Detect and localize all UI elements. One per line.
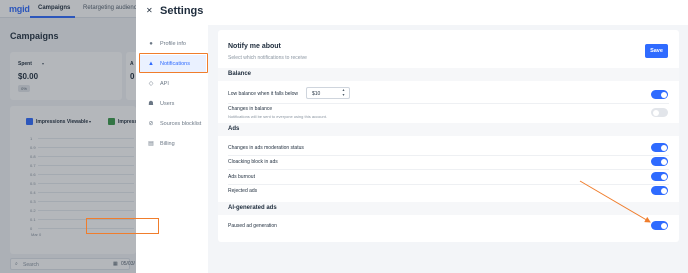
row-label-moderation: Changes in ads moderation status [228, 145, 304, 151]
divider [228, 103, 669, 104]
settings-title: Settings [160, 5, 204, 17]
row-label-changes-in-balance: Changes in balance [228, 106, 273, 112]
api-icon: ◇ [148, 81, 154, 87]
toggle-changes-in-balance[interactable] [651, 108, 668, 117]
divider [228, 155, 669, 156]
notify-subtitle: Select which notifications to receive [228, 55, 307, 61]
nav-item-billing[interactable]: ▤ Billing [140, 135, 206, 153]
toggle-low-balance[interactable] [651, 90, 668, 99]
highlight-box-paused-generation [86, 218, 159, 234]
users-icon: ☗ [148, 101, 154, 107]
nav-item-api[interactable]: ◇ API [140, 75, 206, 93]
notifications-content: Notify me about Select which notificatio… [218, 30, 679, 242]
close-icon[interactable]: ✕ [146, 6, 153, 15]
divider [228, 184, 669, 185]
toggle-moderation[interactable] [651, 143, 668, 152]
section-title: AI-generated ads [228, 205, 277, 211]
divider [228, 169, 669, 170]
highlight-box-notifications [139, 53, 208, 73]
notify-heading: Notify me about [228, 43, 281, 50]
nav-label: Billing [160, 141, 175, 147]
balance-threshold-stepper[interactable]: $10 ▲ ▼ [306, 87, 350, 99]
section-title: Ads [228, 126, 240, 132]
save-button[interactable]: Save [645, 44, 668, 58]
nav-label: Users [160, 101, 175, 107]
block-icon: ⊘ [148, 121, 154, 127]
nav-label: Sources blocklist [160, 121, 202, 127]
toggle-burnout[interactable] [651, 172, 668, 181]
toggle-paused-generation[interactable] [651, 221, 668, 230]
toggle-cloacking[interactable] [651, 157, 668, 166]
section-balance: Balance [218, 68, 679, 81]
stepper-arrows-icon[interactable]: ▲ ▼ [341, 88, 346, 98]
toggle-rejected[interactable] [651, 186, 668, 195]
nav-label: Profile info [160, 41, 186, 47]
nav-label: API [160, 81, 169, 87]
row-label-paused-generation: Paused ad generation [228, 223, 277, 229]
nav-item-sources-blocklist[interactable]: ⊘ Sources blocklist [140, 115, 206, 133]
section-ads: Ads [218, 123, 679, 136]
row-label-burnout: Ads burnout [228, 174, 255, 180]
settings-header: ✕ Settings [136, 0, 688, 25]
row-label-cloacking: Cloacking block in ads [228, 159, 278, 165]
nav-item-profile-info[interactable]: ● Profile info [140, 35, 206, 53]
section-ai-generated-ads: AI-generated ads [218, 202, 679, 215]
row-label-low-balance: Low balance when it falls below [228, 91, 299, 97]
row-label-rejected: Rejected ads [228, 188, 258, 194]
balance-threshold-input[interactable]: $10 [312, 91, 320, 97]
billing-icon: ▤ [148, 141, 154, 147]
nav-item-users[interactable]: ☗ Users [140, 95, 206, 113]
section-title: Balance [228, 71, 252, 77]
settings-nav: ● Profile info ▲ Notifications ◇ API ☗ U… [136, 25, 208, 273]
row-note-changes-in-balance: Notifications will be sent to everyone u… [228, 114, 327, 119]
person-icon: ● [149, 41, 153, 47]
settings-panel: ✕ Settings ● Profile info ▲ Notification… [136, 0, 688, 273]
